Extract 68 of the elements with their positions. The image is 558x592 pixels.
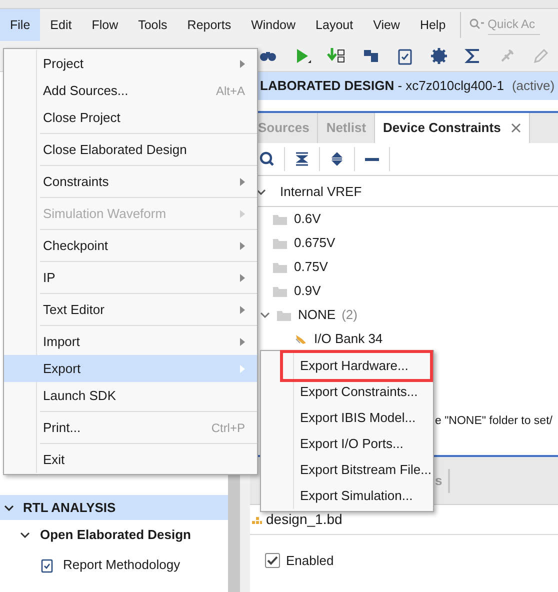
count-label: (2) xyxy=(342,306,358,324)
section-header[interactable]: RTL ANALYSIS xyxy=(0,495,228,520)
tree-item-label: I/O Bank 34 xyxy=(314,330,383,348)
expand-all-icon[interactable] xyxy=(329,151,345,167)
menu-item[interactable]: File xyxy=(0,9,40,41)
menu-item[interactable]: Exit xyxy=(4,446,257,473)
clipboard-icon[interactable] xyxy=(396,47,414,65)
menu-item[interactable]: Flow xyxy=(82,9,128,41)
menu-item[interactable]: Export Constraints... xyxy=(261,379,433,405)
collapse-all-icon[interactable] xyxy=(294,151,310,167)
submenu-arrow-icon xyxy=(240,60,245,68)
submenu-arrow-icon xyxy=(240,306,245,314)
flow-group-label[interactable]: Open Elaborated Design xyxy=(40,525,191,545)
search-icon xyxy=(468,18,485,30)
tree-item-label: NONE xyxy=(298,306,336,324)
menu-item[interactable]: Edit xyxy=(40,9,82,41)
tree-item-label: 0.675V xyxy=(294,234,336,252)
menu-item[interactable]: Project xyxy=(4,50,257,77)
menu-item[interactable]: Add Sources... Alt+A xyxy=(4,77,257,104)
menu-item[interactable]: Print... Ctrl+P xyxy=(4,414,257,441)
shortcut-label: Ctrl+P xyxy=(211,420,245,436)
section-title: RTL ANALYSIS xyxy=(23,498,116,517)
submenu-arrow-icon xyxy=(240,178,245,186)
enabled-checkbox[interactable]: Enabled xyxy=(250,551,558,570)
folder-icon xyxy=(272,260,288,274)
submenu-arrow-icon xyxy=(240,274,245,282)
download-bits-icon[interactable] xyxy=(327,47,346,65)
settings-icon[interactable] xyxy=(430,47,448,65)
menu-item[interactable]: Export I/O Ports... xyxy=(261,431,433,457)
file-name: design_1.bd xyxy=(266,510,342,529)
submenu-arrow-icon xyxy=(240,364,245,372)
tab[interactable]: Device Constraints xyxy=(375,113,530,143)
folder-icon xyxy=(276,308,292,322)
shortcut-label: Alt+A xyxy=(216,82,245,100)
checkmark-icon xyxy=(267,556,278,566)
design-title: LABORATED DESIGN xyxy=(260,77,394,96)
menu-item[interactable]: Export xyxy=(4,355,257,382)
block-design-icon xyxy=(252,516,262,524)
clipboard-icon xyxy=(41,558,53,572)
tree-item-label: 0.6V xyxy=(294,210,321,228)
flow-task-link[interactable]: Report Methodology xyxy=(63,555,180,575)
search-icon[interactable] xyxy=(259,151,275,167)
sigma-icon[interactable] xyxy=(464,47,482,65)
menu-item[interactable]: Export Simulation... xyxy=(261,483,433,509)
menu-item[interactable]: Reports xyxy=(177,9,242,41)
menu-item[interactable]: Tools xyxy=(128,9,178,41)
submenu-arrow-icon xyxy=(240,242,245,250)
menu-item[interactable]: Layout xyxy=(306,9,364,41)
menu-item[interactable]: Window xyxy=(241,9,306,41)
folder-icon xyxy=(272,284,288,298)
menu-item[interactable]: Export Bitstream File... xyxy=(261,457,433,483)
close-icon[interactable] xyxy=(510,123,521,133)
menu-item[interactable]: Launch SDK xyxy=(4,382,257,409)
status-label: (active) xyxy=(512,77,555,96)
tree-item-label: 0.9V xyxy=(294,282,321,300)
part-name: - xc7z010clg400-1 xyxy=(396,77,504,96)
folder-icon xyxy=(272,236,288,250)
search-field[interactable]: Quick Ac xyxy=(488,13,540,35)
submenu-arrow-icon xyxy=(240,210,245,218)
menu-item[interactable]: Help xyxy=(410,9,456,41)
folder-icon xyxy=(272,212,288,226)
menu-item[interactable]: View xyxy=(363,9,410,41)
submenu-arrow-icon xyxy=(240,338,245,346)
menu-item[interactable]: Export Hardware... xyxy=(280,350,433,382)
tree-label: Internal VREF xyxy=(280,182,362,201)
menu-item[interactable]: Export IBIS Model... xyxy=(261,405,433,431)
hint-text: e "NONE" folder to set/ xyxy=(435,414,552,430)
tree-item-label: 0.75V xyxy=(294,258,328,276)
